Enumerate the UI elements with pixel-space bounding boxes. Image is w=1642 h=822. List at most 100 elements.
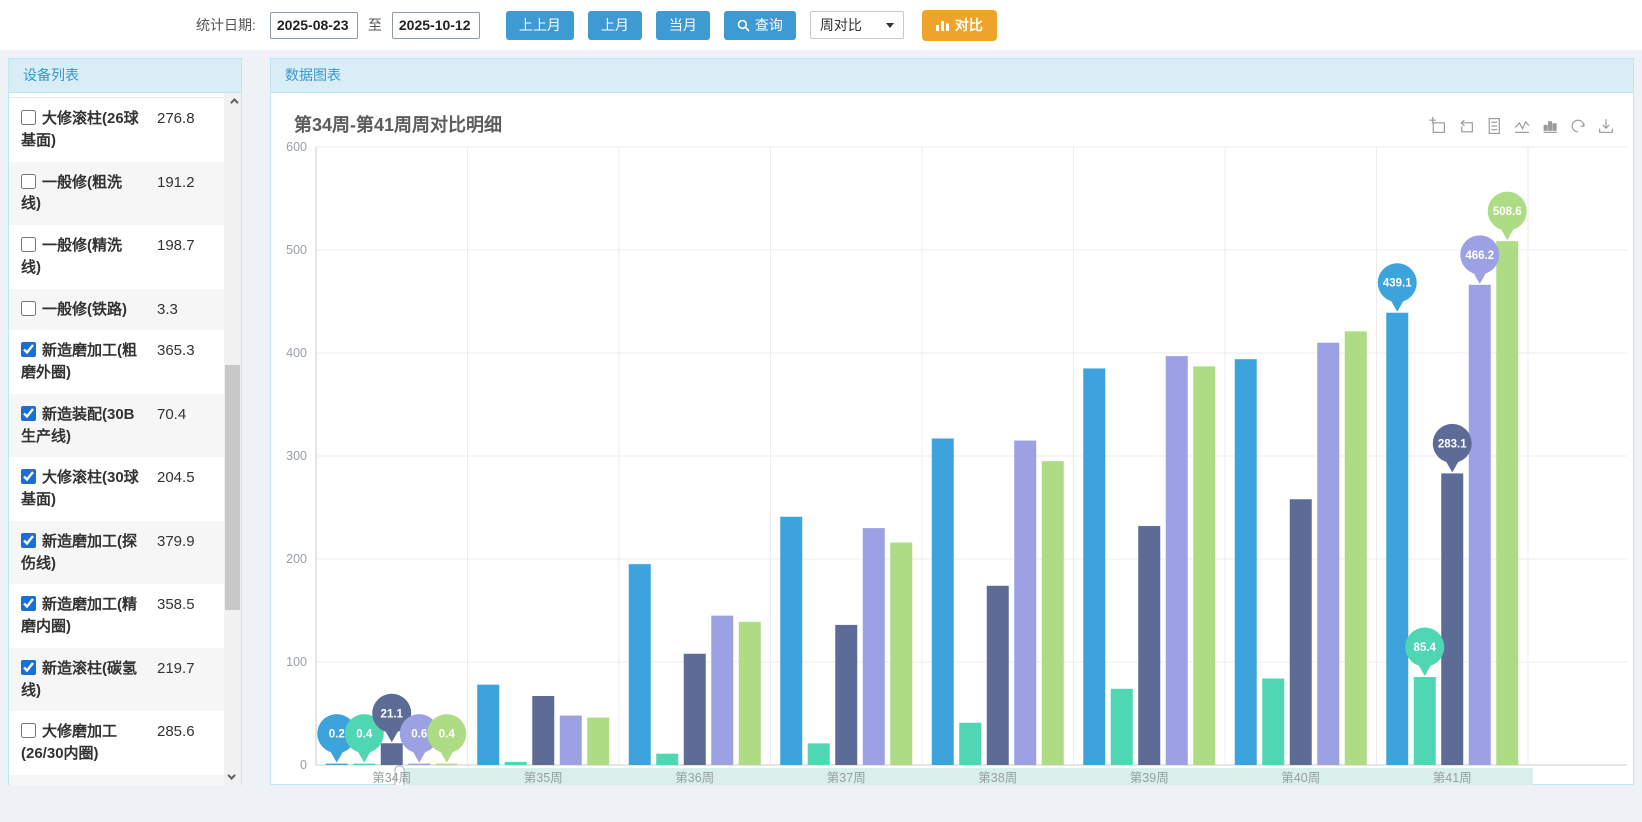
equipment-value: 379.9: [157, 531, 195, 552]
equipment-checkbox[interactable]: [21, 301, 36, 316]
bar: [959, 723, 981, 765]
query-button[interactable]: 查询: [724, 11, 796, 40]
bar: [739, 622, 761, 765]
equipment-label: 一般修(铁路): [21, 299, 141, 321]
chart-body: 第34周-第41周周对比明细 0100200300400500600第34周第3…: [271, 93, 1633, 785]
equipment-row[interactable]: 大修滚柱(26球基面) 276.8: [9, 98, 224, 162]
chart-panel: 数据图表 第34周-第41周周对比明细 0100200300400500600第…: [270, 58, 1634, 785]
x-axis-label: 第39周: [1130, 771, 1169, 785]
equipment-panel-title: 设备列表: [9, 59, 241, 93]
marker-pin-label: 21.1: [381, 708, 404, 720]
bar: [1345, 331, 1367, 765]
date-between-label: 至: [368, 15, 382, 35]
y-axis-label: 300: [286, 449, 307, 463]
date-from-input[interactable]: [270, 12, 358, 39]
bar: [863, 528, 885, 765]
datazoom-band[interactable]: [398, 768, 1533, 785]
y-axis-label: 0: [300, 758, 307, 772]
equipment-value: 3.3: [157, 299, 178, 320]
y-axis-label: 600: [286, 140, 307, 154]
bar: [629, 564, 651, 765]
bar: [1496, 241, 1518, 765]
bar: [1235, 359, 1257, 765]
bar: [808, 743, 830, 765]
prev-month-button[interactable]: 上月: [588, 11, 642, 40]
equipment-checkbox[interactable]: [21, 406, 36, 421]
equipment-label: 新造磨加工(探伤线): [21, 531, 141, 575]
equipment-checkbox[interactable]: [21, 342, 36, 357]
equipment-checkbox[interactable]: [21, 174, 36, 189]
bar: [1014, 441, 1036, 765]
bar: [890, 543, 912, 765]
current-month-button[interactable]: 当月: [656, 11, 710, 40]
equipment-row[interactable]: 新造滚柱(碳氢线)219.7: [9, 648, 224, 712]
date-range-label: 统计日期:: [196, 15, 256, 35]
equipment-label: 新造装配(30B生产线): [21, 404, 141, 448]
bar: [684, 654, 706, 765]
x-axis-label: 第36周: [675, 771, 714, 785]
bar-chart-icon[interactable]: [1541, 117, 1559, 135]
bar: [1083, 368, 1105, 765]
bar-chart-icon: [936, 19, 949, 31]
scroll-down-arrow[interactable]: [224, 769, 241, 785]
equipment-checkbox[interactable]: [21, 660, 36, 675]
x-axis-label: 第34周: [372, 771, 411, 785]
equipment-value: 191.2: [157, 172, 195, 193]
zoom-reset-icon[interactable]: [1457, 117, 1475, 135]
equipment-checkbox[interactable]: [21, 533, 36, 548]
download-icon[interactable]: [1597, 117, 1615, 135]
equipment-value: 70.4: [157, 404, 186, 425]
equipment-checkbox[interactable]: [21, 723, 36, 738]
y-axis-label: 100: [286, 655, 307, 669]
data-view-icon[interactable]: [1485, 117, 1503, 135]
bar: [780, 517, 802, 765]
line-chart-icon[interactable]: [1513, 117, 1531, 135]
restore-icon[interactable]: [1569, 117, 1587, 135]
bar: [1262, 678, 1284, 765]
bar: [1111, 689, 1133, 765]
prev2-month-button[interactable]: 上上月: [506, 11, 574, 40]
equipment-row[interactable]: 大修磨加工(26/30内圈) 285.6: [9, 711, 224, 775]
equipment-row[interactable]: 新造装配(30B生产线) 70.4: [9, 394, 224, 458]
x-axis-label: 第40周: [1281, 771, 1320, 785]
equipment-checkbox[interactable]: [21, 237, 36, 252]
equipment-row[interactable]: 新造磨加工(精磨内圈)358.5: [9, 584, 224, 648]
equipment-row[interactable]: 新造磨加工(探伤线) 379.9: [9, 521, 224, 585]
marker-pin-label: 0.4: [439, 729, 456, 741]
equipment-row[interactable]: 新造滚柱(26/30碳氢线)177.0: [9, 775, 224, 785]
equipment-row[interactable]: 大修滚柱(30球基面)204.5: [9, 457, 224, 521]
compare-button[interactable]: 对比: [922, 10, 997, 41]
date-to-input[interactable]: [392, 12, 480, 39]
bar: [408, 764, 430, 765]
bar: [1138, 526, 1160, 765]
top-toolbar: 统计日期: 至 上上月 上月 当月 查询 周对比 对比: [0, 0, 1642, 50]
bar: [1290, 499, 1312, 765]
bar: [1414, 677, 1436, 765]
sidebar-scrollbar[interactable]: [224, 93, 241, 785]
equipment-label: 大修滚柱(26球基面): [21, 108, 141, 152]
equipment-checkbox[interactable]: [21, 469, 36, 484]
scroll-up-arrow[interactable]: [224, 93, 241, 109]
x-axis-label: 第37周: [827, 771, 866, 785]
equipment-label: 新造磨加工(粗磨外圈): [21, 340, 141, 384]
equipment-label: 大修磨加工(26/30内圈): [21, 721, 141, 765]
bar: [587, 718, 609, 765]
equipment-row[interactable]: 一般修(铁路) 3.3: [9, 289, 224, 331]
x-axis-label: 第35周: [524, 771, 563, 785]
equipment-row[interactable]: 一般修(精洗线)198.7: [9, 225, 224, 289]
marker-pin-label: 0.4: [356, 729, 373, 741]
bar: [436, 764, 458, 765]
equipment-row[interactable]: 一般修(粗洗线)191.2: [9, 162, 224, 226]
scrollbar-thumb[interactable]: [225, 365, 240, 610]
equipment-value: 285.6: [157, 721, 195, 742]
equipment-checkbox[interactable]: [21, 110, 36, 125]
equipment-label: 大修滚柱(30球基面): [21, 467, 141, 511]
compare-mode-select[interactable]: 周对比: [810, 11, 904, 39]
bar-chart: 0100200300400500600第34周第35周第36周第37周第38周第…: [271, 93, 1633, 785]
equipment-checkbox[interactable]: [21, 596, 36, 611]
equipment-row[interactable]: 新造磨加工(粗磨外圈)365.3: [9, 330, 224, 394]
zoom-select-icon[interactable]: [1429, 117, 1447, 135]
chart-toolbox: [1429, 117, 1615, 135]
equipment-value: 276.8: [157, 108, 195, 129]
equipment-label: 一般修(精洗线): [21, 235, 141, 279]
